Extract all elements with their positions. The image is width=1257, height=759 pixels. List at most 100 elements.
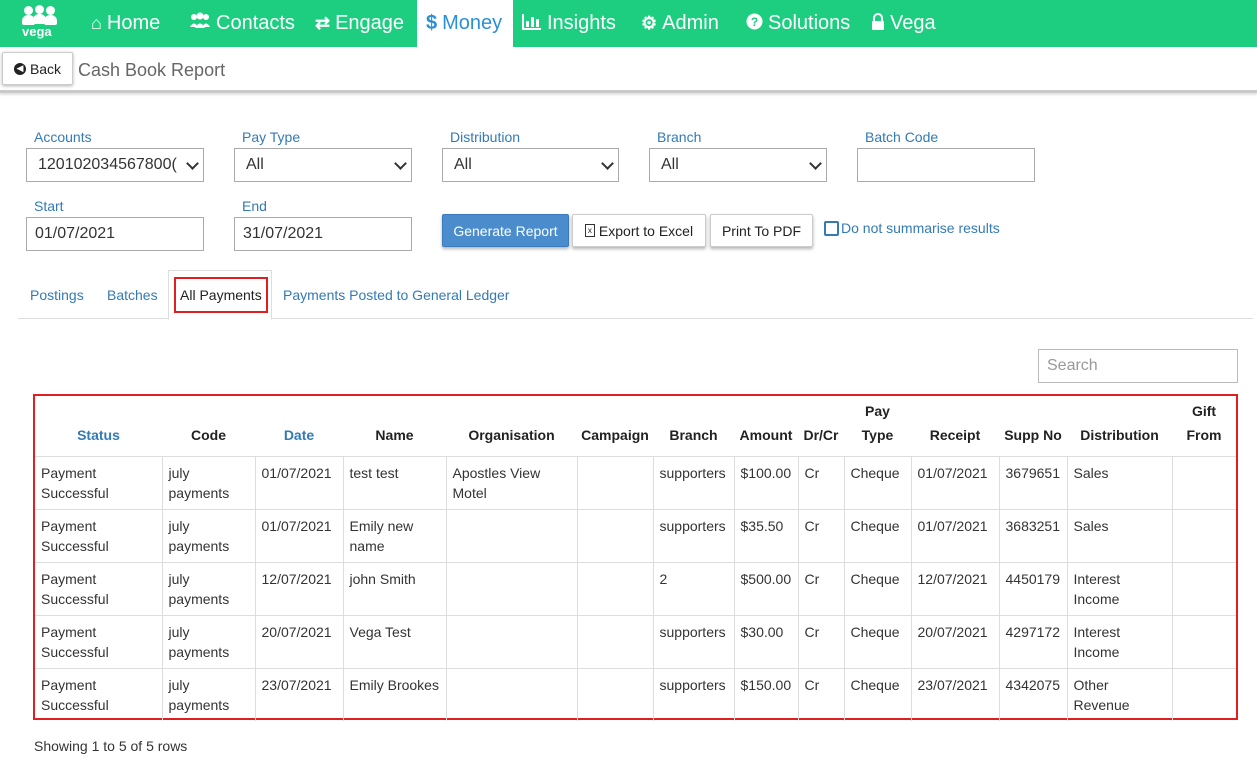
cell-suppno: 3679651	[998, 455, 1067, 509]
cell-suppno: 4450179	[998, 561, 1067, 615]
nav-home[interactable]: ⌂ Home	[91, 0, 160, 47]
lock-icon	[871, 12, 885, 35]
cell-paytype: Cheque	[843, 561, 911, 615]
nav-money-label: Money	[442, 12, 503, 34]
nav-contacts-label: Contacts	[216, 12, 295, 34]
table-row[interactable]: Payment Successful july payments 12/07/202…	[35, 561, 1236, 615]
cell-receipt: 20/07/2021	[910, 614, 999, 668]
cell-date: 01/07/2021	[254, 508, 343, 562]
back-button-label: Back	[29, 60, 62, 77]
branch-select[interactable]: All	[649, 148, 827, 182]
nav-money[interactable]: $ Money	[417, 0, 513, 47]
tab-postings[interactable]: Postings	[30, 270, 84, 319]
generate-report-button[interactable]: Generate Report	[442, 214, 569, 247]
start-date-input[interactable]: 01/07/2021	[26, 217, 204, 251]
payments-table: Status Code Date Name Organisation Campa…	[35, 396, 1236, 721]
nav-solutions[interactable]: ? Solutions	[746, 0, 850, 47]
cell-branch: supporters	[652, 667, 734, 721]
table-pagination-info: Showing 1 to 5 of 5 rows	[34, 738, 188, 754]
cell-giftfrom	[1171, 667, 1236, 721]
cell-receipt: 23/07/2021	[910, 667, 999, 721]
cell-receipt: 12/07/2021	[910, 561, 999, 615]
file-excel-icon: x	[584, 224, 595, 237]
bar-chart-icon	[522, 13, 542, 35]
nav-admin-label: Admin	[662, 12, 719, 34]
tab-batches[interactable]: Batches	[107, 270, 158, 319]
table-row[interactable]: Payment Successful july payments 20/07/202…	[35, 614, 1236, 668]
cell-date: 20/07/2021	[254, 614, 343, 668]
cell-code: july payments	[161, 455, 255, 509]
users-icon	[189, 12, 211, 35]
col-branch: Branch	[669, 426, 718, 443]
export-excel-button[interactable]: x Export to Excel	[572, 214, 706, 247]
print-pdf-button[interactable]: Print To PDF	[710, 214, 813, 247]
cell-drcr: Cr	[797, 508, 844, 562]
chevron-down-icon	[394, 157, 407, 170]
cell-campaign	[576, 455, 653, 509]
cell-paytype: Cheque	[843, 667, 911, 721]
col-pay-type-line2: Type	[861, 426, 894, 443]
cell-giftfrom	[1171, 614, 1236, 668]
cell-organisation	[445, 667, 577, 721]
end-label: End	[242, 198, 267, 214]
cell-organisation	[445, 561, 577, 615]
cell-receipt: 01/07/2021	[910, 508, 999, 562]
col-distribution: Distribution	[1080, 426, 1159, 443]
search-input[interactable]: Search	[1038, 349, 1238, 383]
logo-text: vega	[22, 24, 52, 39]
exchange-icon: ⇄	[315, 13, 331, 33]
table-row[interactable]: Payment Successful july payments 23/07/202…	[35, 667, 1236, 721]
nav-contacts[interactable]: Contacts	[189, 0, 295, 47]
nav-insights[interactable]: Insights	[522, 0, 616, 47]
page-title: Cash Book Report	[78, 60, 226, 80]
accounts-select[interactable]: 120102034567800(	[26, 148, 204, 182]
col-pay-type: Pay Type	[844, 396, 911, 456]
table-row[interactable]: Payment Successful july payments 01/07/202…	[35, 455, 1236, 509]
cell-code: july payments	[161, 614, 255, 668]
table-row[interactable]: Payment Successful july payments 01/07/202…	[35, 508, 1236, 562]
cell-receipt: 01/07/2021	[910, 455, 999, 509]
start-label: Start	[34, 198, 64, 214]
summarise-checkbox[interactable]	[824, 220, 839, 236]
col-gift-from-line2: From	[1186, 426, 1222, 443]
pay-type-select[interactable]: All	[234, 148, 412, 182]
cell-code: july payments	[161, 508, 255, 562]
back-button[interactable]: ◀ Back	[2, 52, 73, 85]
col-gift-from: Gift From	[1172, 396, 1236, 456]
cell-giftfrom	[1171, 455, 1236, 509]
svg-text:?: ?	[751, 15, 758, 29]
pay-type-select-value: All	[246, 156, 264, 173]
distribution-select[interactable]: All	[442, 148, 619, 182]
col-date[interactable]: Date	[255, 396, 343, 456]
vega-logo[interactable]: vega	[20, 5, 58, 41]
batch-code-input[interactable]	[857, 148, 1035, 182]
nav-vega[interactable]: Vega	[871, 0, 936, 47]
nav-engage[interactable]: ⇄ Engage	[315, 0, 404, 47]
nav-insights-label: Insights	[547, 12, 616, 34]
cell-date: 01/07/2021	[254, 455, 343, 509]
cell-drcr: Cr	[797, 455, 844, 509]
do-not-summarise-option[interactable]: Do not summarise results	[824, 220, 1000, 236]
cell-drcr: Cr	[797, 561, 844, 615]
logo-people-icon	[20, 5, 58, 25]
cell-date: 12/07/2021	[254, 561, 343, 615]
nav-admin[interactable]: ⚙ Admin	[641, 0, 719, 47]
col-pay-type-line1: Pay	[865, 402, 890, 419]
cell-campaign	[576, 508, 653, 562]
col-campaign: Campaign	[581, 426, 649, 443]
cell-paytype: Cheque	[843, 508, 911, 562]
col-status[interactable]: Status	[35, 396, 162, 456]
accounts-select-value: 120102034567800(	[38, 156, 177, 173]
cell-organisation	[445, 614, 577, 668]
cell-amount: $150.00	[733, 667, 798, 721]
cell-giftfrom	[1171, 561, 1236, 615]
end-date-input[interactable]: 31/07/2021	[234, 217, 412, 251]
cell-organisation	[445, 508, 577, 562]
chevron-down-icon	[601, 157, 614, 170]
cell-date: 23/07/2021	[254, 667, 343, 721]
col-organisation: Organisation	[468, 426, 555, 443]
cell-amount: $35.50	[733, 508, 798, 562]
cell-status: Payment Successful	[35, 667, 162, 721]
tab-payments-posted-gl[interactable]: Payments Posted to General Ledger	[283, 270, 509, 319]
tab-all-payments[interactable]: All Payments	[168, 270, 272, 320]
